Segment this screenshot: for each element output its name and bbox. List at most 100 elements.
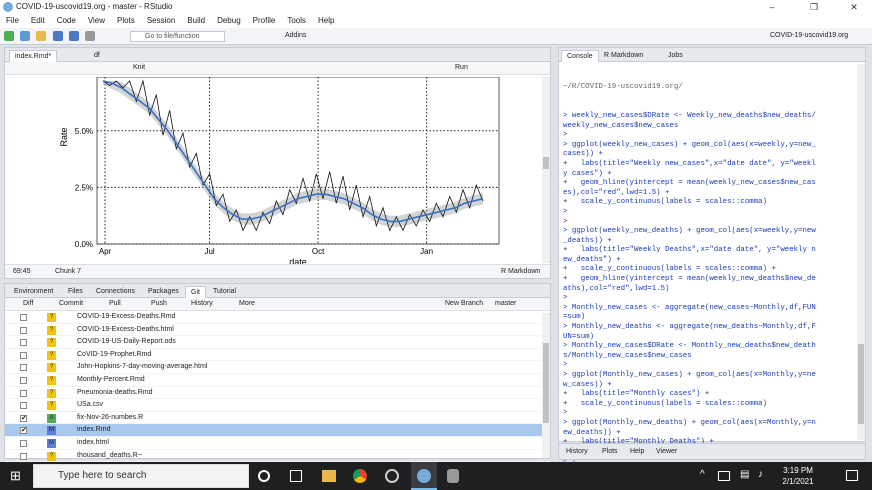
maximize-button[interactable]: ❐ bbox=[800, 0, 828, 14]
addins-menu[interactable]: Addins bbox=[285, 32, 306, 39]
tab-history[interactable]: History bbox=[561, 446, 593, 458]
staged-checkbox[interactable] bbox=[20, 452, 27, 460]
minimize-button[interactable]: – bbox=[758, 0, 786, 14]
pull-button[interactable]: Pull bbox=[109, 300, 121, 307]
goto-file-input[interactable]: Go to file/function bbox=[130, 31, 225, 42]
branch-selector[interactable]: master bbox=[495, 300, 516, 307]
staged-checkbox[interactable] bbox=[20, 439, 27, 447]
git-file-row[interactable]: ? COVID-19-Excess-Deaths.html bbox=[5, 324, 550, 337]
git-file-row[interactable]: ? John-Hopkins-7-day-moving-average.html bbox=[5, 361, 550, 374]
menu-view[interactable]: View bbox=[88, 14, 105, 28]
git-file-row[interactable]: ? CoVID-19-Prophet.Rmd bbox=[5, 349, 550, 362]
git-file-row[interactable]: ? COVID-19-US-Daily-Report.ods bbox=[5, 336, 550, 349]
taskbar-search-input[interactable]: Type here to search bbox=[33, 464, 249, 488]
git-scrollbar[interactable] bbox=[542, 313, 550, 458]
tab-df[interactable]: df bbox=[89, 50, 105, 62]
git-file-row[interactable]: Afix-Nov-26-numbes.R bbox=[5, 412, 550, 425]
git-file-row[interactable]: Mindex.Rmd bbox=[5, 424, 550, 438]
menu-session[interactable]: Session bbox=[147, 14, 175, 28]
console-output[interactable]: ~/R/COVID-19-uscovid19.org/ > weekly_new… bbox=[559, 62, 865, 469]
git-scroll-thumb[interactable] bbox=[543, 343, 549, 423]
save-all-icon[interactable] bbox=[68, 31, 79, 41]
tab-git[interactable]: Git bbox=[185, 286, 206, 298]
tab-help[interactable]: Help bbox=[625, 446, 649, 458]
push-button[interactable]: Push bbox=[151, 300, 167, 307]
git-file-row[interactable]: ? USa.csv bbox=[5, 399, 550, 412]
menu-help[interactable]: Help bbox=[318, 14, 334, 28]
tab-packages[interactable]: Packages bbox=[143, 286, 184, 298]
chrome-icon[interactable] bbox=[353, 469, 367, 483]
staged-checkbox[interactable] bbox=[20, 351, 27, 359]
staged-checkbox[interactable] bbox=[20, 314, 27, 321]
source-scroll-thumb[interactable] bbox=[543, 157, 549, 169]
staged-checkbox[interactable] bbox=[20, 389, 27, 397]
new-file-icon[interactable] bbox=[4, 31, 14, 41]
git-file-row[interactable]: ? Monthly-Percent.Rmd bbox=[5, 374, 550, 387]
save-icon[interactable] bbox=[52, 31, 63, 41]
database-icon[interactable] bbox=[447, 469, 459, 483]
git-file-row[interactable]: ? COVID-19-Excess-Deaths.Rmd bbox=[5, 311, 550, 324]
git-file-row[interactable]: Mindex.html bbox=[5, 437, 550, 450]
staged-checkbox[interactable] bbox=[20, 413, 27, 425]
new-project-icon[interactable] bbox=[20, 31, 31, 41]
menu-code[interactable]: Code bbox=[57, 14, 76, 28]
tray-chevron-icon[interactable]: ^ bbox=[700, 469, 705, 480]
task-view-icon[interactable] bbox=[290, 470, 302, 482]
open-file-icon[interactable] bbox=[36, 31, 47, 41]
tab-plots[interactable]: Plots bbox=[597, 446, 623, 458]
git-file-row[interactable]: ? thousand_deaths.R~ bbox=[5, 450, 550, 463]
console-scrollbar[interactable] bbox=[857, 64, 865, 440]
commit-button[interactable]: Commit bbox=[59, 300, 83, 307]
tab-files[interactable]: Files bbox=[63, 286, 88, 298]
obs-icon[interactable] bbox=[385, 469, 399, 483]
rstudio-taskbar-button[interactable] bbox=[411, 462, 437, 490]
source-statusbar: 69:45 Chunk 7 R Markdown bbox=[5, 264, 550, 278]
tab-jobs[interactable]: Jobs bbox=[663, 50, 688, 62]
tab-tutorial[interactable]: Tutorial bbox=[208, 286, 241, 298]
menu-plots[interactable]: Plots bbox=[117, 14, 135, 28]
notifications-icon[interactable] bbox=[846, 470, 858, 481]
keyboard-icon[interactable] bbox=[718, 471, 730, 481]
clock[interactable]: 3:19 PM 2/1/2021 bbox=[774, 465, 822, 487]
menu-debug[interactable]: Debug bbox=[217, 14, 241, 28]
menu-tools[interactable]: Tools bbox=[287, 14, 306, 28]
more-button[interactable]: More bbox=[239, 300, 255, 307]
menu-file[interactable]: File bbox=[6, 14, 19, 28]
menu-build[interactable]: Build bbox=[187, 14, 205, 28]
file-explorer-icon[interactable] bbox=[322, 470, 336, 482]
history-button[interactable]: History bbox=[191, 300, 213, 307]
print-icon[interactable] bbox=[85, 31, 96, 41]
menu-profile[interactable]: Profile bbox=[253, 14, 276, 28]
project-menu[interactable]: COVID-19-uscovid19.org bbox=[770, 32, 848, 39]
staged-checkbox[interactable] bbox=[20, 326, 27, 334]
tab-viewer[interactable]: Viewer bbox=[651, 446, 682, 458]
staged-checkbox[interactable] bbox=[20, 425, 27, 438]
staged-checkbox[interactable] bbox=[20, 364, 27, 372]
staged-checkbox[interactable] bbox=[20, 376, 27, 384]
tab-console[interactable]: Console bbox=[561, 50, 599, 62]
menu-edit[interactable]: Edit bbox=[31, 14, 45, 28]
staged-checkbox[interactable] bbox=[20, 402, 27, 410]
new-branch-button[interactable]: New Branch bbox=[445, 300, 483, 307]
tab-environment[interactable]: Environment bbox=[9, 286, 58, 298]
close-button[interactable]: ✕ bbox=[840, 0, 868, 14]
git-tabbar: Environment Files Connections Packages G… bbox=[5, 284, 550, 298]
knit-button[interactable]: Knit bbox=[133, 64, 145, 71]
git-file-row[interactable]: ? Pneumonia-deaths.Rmd bbox=[5, 387, 550, 400]
console-line: > ggplot(weekly_new_cases) + geom_col(ae… bbox=[563, 140, 816, 149]
console-scroll-thumb[interactable] bbox=[858, 344, 864, 424]
windows-start-icon[interactable]: ⊞ bbox=[10, 469, 24, 483]
source-scrollbar[interactable] bbox=[542, 77, 550, 263]
tab-connections[interactable]: Connections bbox=[91, 286, 140, 298]
diff-button[interactable]: Diff bbox=[23, 300, 33, 307]
chunk-selector[interactable]: Chunk 7 bbox=[55, 268, 81, 275]
tab-index-rmd[interactable]: index.Rmd* bbox=[9, 50, 58, 62]
file-type-selector[interactable]: R Markdown bbox=[501, 268, 540, 275]
tab-r-markdown[interactable]: R Markdown bbox=[599, 50, 648, 62]
staged-checkbox[interactable] bbox=[20, 339, 27, 347]
git-status-badge: ? bbox=[47, 350, 56, 360]
run-button[interactable]: Run bbox=[455, 64, 468, 71]
network-icon[interactable]: ▤ bbox=[740, 469, 749, 480]
volume-icon[interactable]: ♪ bbox=[758, 469, 763, 480]
cortana-icon[interactable] bbox=[258, 470, 270, 482]
